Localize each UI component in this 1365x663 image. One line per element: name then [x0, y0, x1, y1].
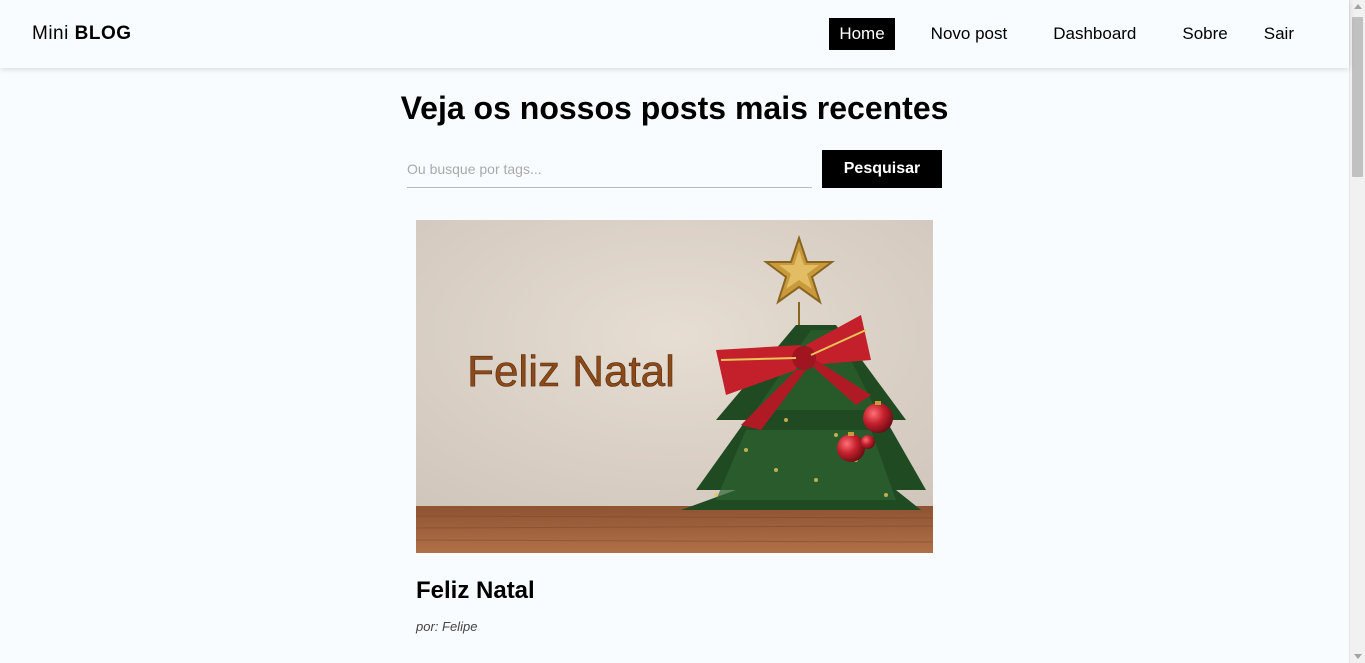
search-input[interactable] — [407, 150, 812, 188]
scroll-thumb[interactable] — [1352, 17, 1363, 177]
nav-link-new-post[interactable]: Novo post — [921, 18, 1018, 50]
brand-name: BLOG — [74, 23, 132, 44]
brand-logo[interactable]: Mini BLOG — [32, 23, 132, 45]
image-floor — [416, 506, 933, 553]
nav-link-dashboard[interactable]: Dashboard — [1043, 18, 1146, 50]
scroll-up-arrow-icon[interactable] — [1354, 4, 1362, 9]
search-button[interactable]: Pesquisar — [822, 150, 942, 188]
scroll-down-arrow-icon[interactable] — [1354, 654, 1362, 659]
logout-button[interactable]: Sair — [1264, 18, 1294, 50]
page-scrollbar[interactable] — [1349, 0, 1365, 663]
home-page: Veja os nossos posts mais recentes Pesqu… — [0, 68, 1349, 663]
search-form: Pesquisar — [407, 150, 942, 188]
navbar: Mini BLOG Home Novo post Dashboard Sobre… — [0, 0, 1349, 68]
post-image[interactable]: Feliz Natal — [416, 220, 933, 553]
post-card: Feliz Natal Feliz Natal por: Felipe — [416, 220, 933, 634]
nav-link-about[interactable]: Sobre — [1172, 18, 1237, 50]
image-caption: Feliz Natal — [467, 347, 675, 396]
page-title: Veja os nossos posts mais recentes — [400, 90, 949, 126]
post-title[interactable]: Feliz Natal — [416, 577, 933, 605]
brand-prefix: Mini — [32, 23, 69, 44]
post-author: por: Felipe — [416, 619, 478, 634]
nav-link-home[interactable]: Home — [829, 18, 895, 50]
nav-links: Home Novo post Dashboard Sobre Sair — [803, 18, 1294, 50]
